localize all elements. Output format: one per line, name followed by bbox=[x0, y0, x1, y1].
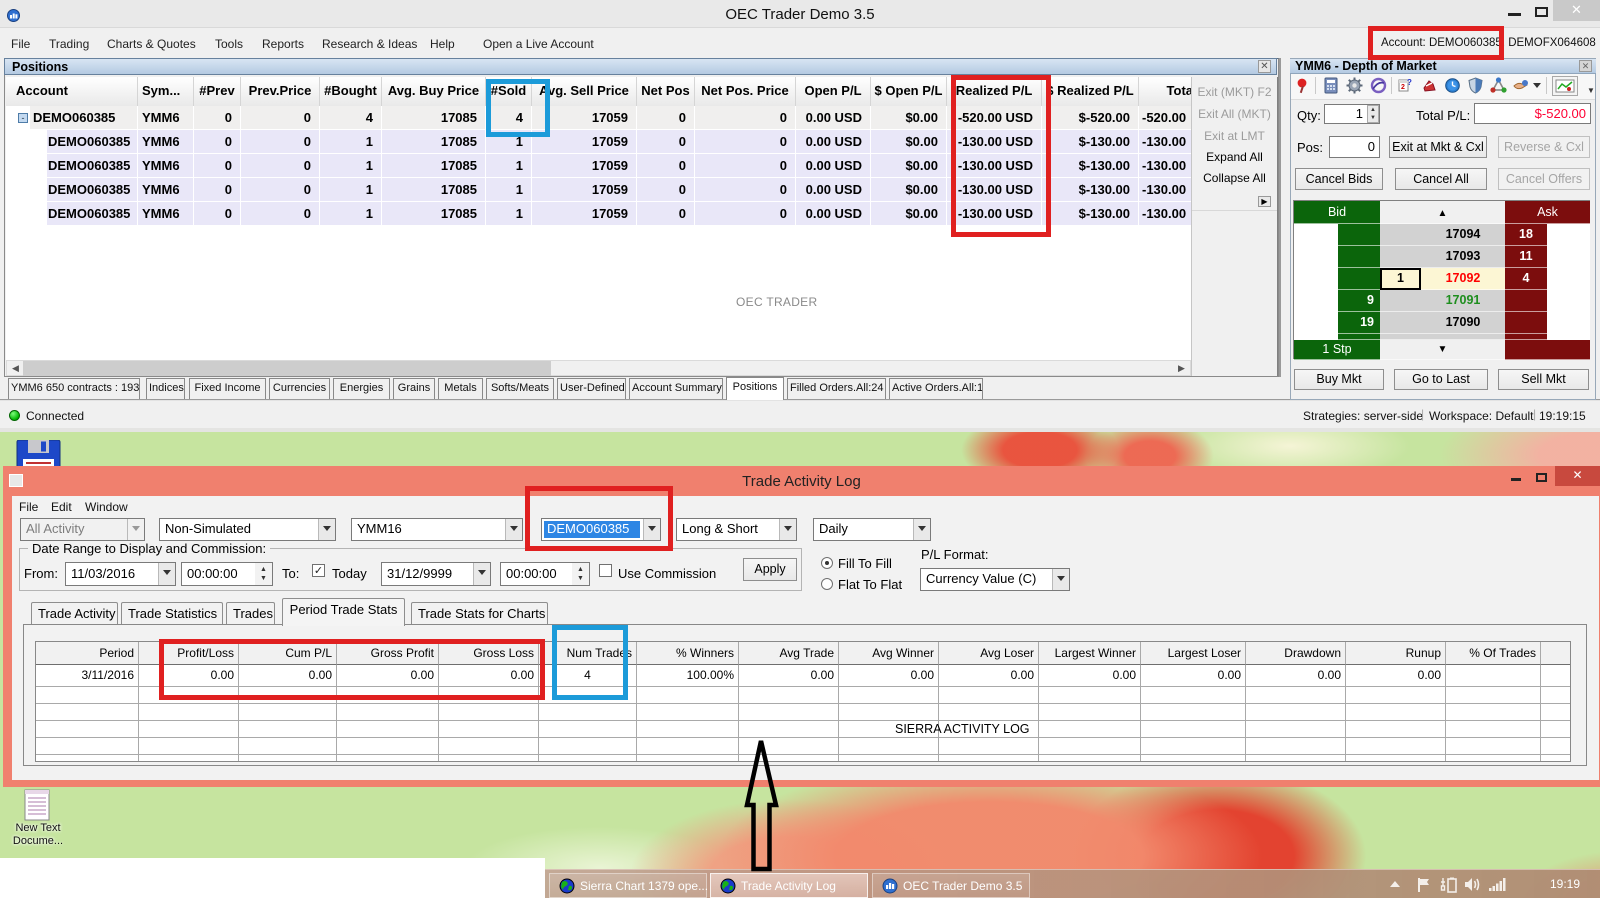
svg-text:2: 2 bbox=[1401, 84, 1405, 91]
svg-text:?: ? bbox=[1407, 78, 1412, 87]
